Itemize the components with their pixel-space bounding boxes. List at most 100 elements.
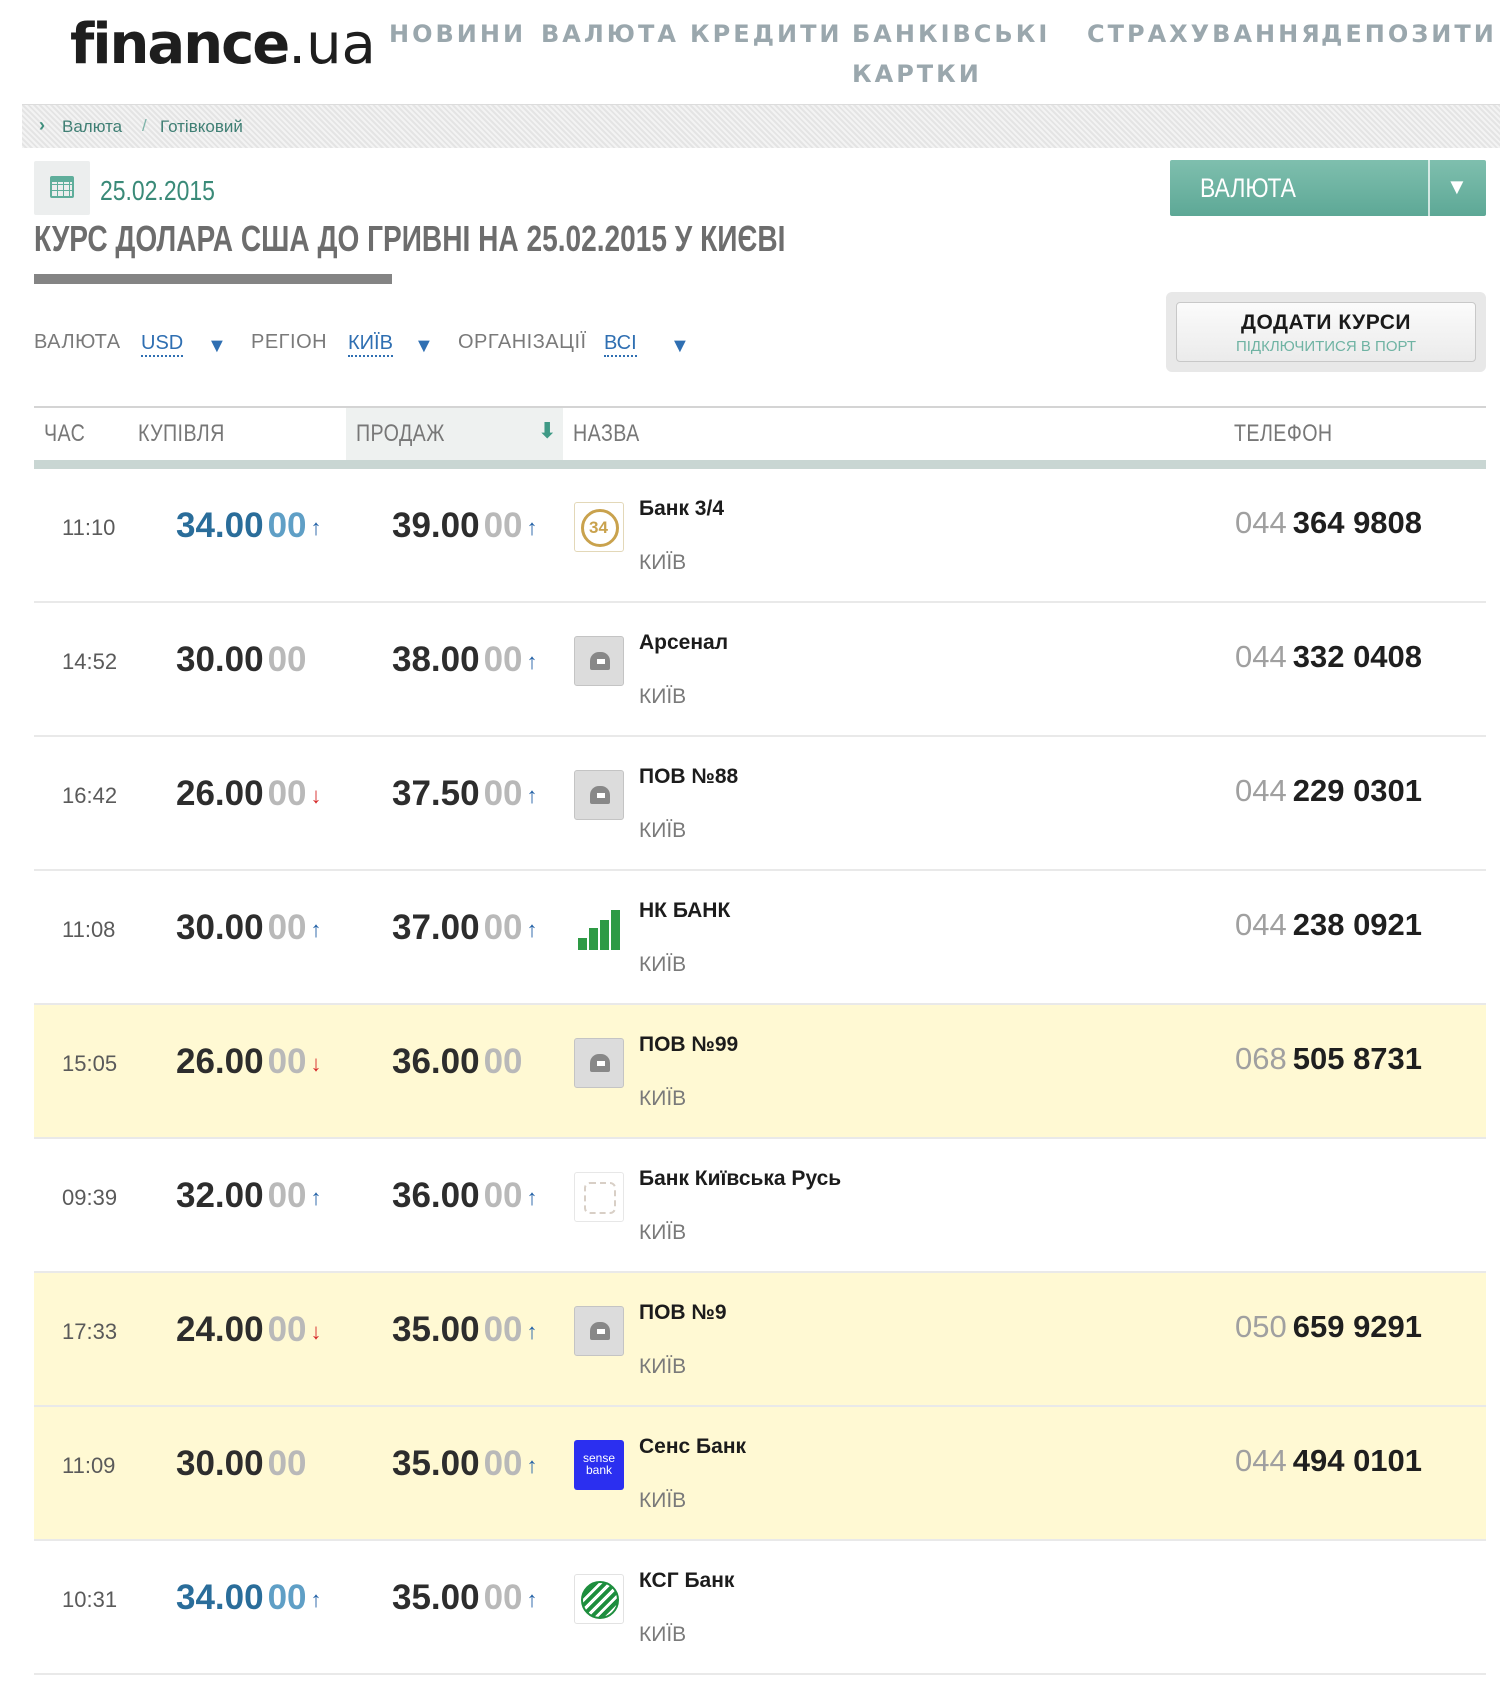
title-underline bbox=[34, 274, 392, 284]
col-phone[interactable]: ТЕЛЕФОН bbox=[1234, 420, 1333, 448]
phone-number[interactable]: 044 332 0408 bbox=[1235, 639, 1422, 675]
bank-logo-icon[interactable] bbox=[574, 904, 624, 954]
buy-rate: 30.00 00 bbox=[176, 640, 307, 680]
bank-name[interactable]: Банк 3/4 bbox=[639, 497, 724, 521]
breadcrumb-cash[interactable]: Готівковий bbox=[160, 117, 243, 137]
caret-down-icon[interactable]: ▼ bbox=[670, 335, 690, 358]
bank-logo-icon[interactable] bbox=[574, 1306, 624, 1356]
sell-rate: 36.00 00 bbox=[392, 1042, 523, 1082]
add-rates-button[interactable]: ДОДАТИ КУРСИ ПІДКЛЮЧИТИСЯ В ПОРТ bbox=[1176, 302, 1476, 362]
bank-name[interactable]: ПОВ №88 bbox=[639, 765, 738, 789]
nav-insurance[interactable]: СТРАХУВАННЯ bbox=[1087, 14, 1323, 54]
nav-bank-cards[interactable]: БАНКІВСЬКІ bbox=[852, 14, 1050, 54]
sell-rate-frac: 00 bbox=[483, 1310, 523, 1349]
bank-name[interactable]: ПОВ №99 bbox=[639, 1033, 738, 1057]
phone-digits: 238 0921 bbox=[1292, 907, 1423, 942]
nav-deposits[interactable]: ДЕПОЗИТИ bbox=[1321, 14, 1497, 54]
buy-rate: 30.00 00 bbox=[176, 1444, 307, 1484]
bank-name[interactable]: Банк Київська Русь bbox=[639, 1167, 841, 1191]
row-time: 17:33 bbox=[62, 1319, 118, 1344]
nav-bank-cards-line2[interactable]: КАРТКИ bbox=[852, 54, 982, 94]
bank-logo-icon[interactable] bbox=[574, 770, 624, 820]
col-name[interactable]: НАЗВА bbox=[573, 420, 640, 448]
sell-rate: 37.50 00 ↑ bbox=[392, 774, 538, 814]
sell-rate-main: 37.00 bbox=[392, 908, 480, 947]
bank-city: КИЇВ bbox=[639, 1221, 687, 1244]
buy-rate-main: 30.00 bbox=[176, 908, 264, 947]
col-time[interactable]: ЧАС bbox=[44, 420, 85, 448]
buy-rate-main: 24.00 bbox=[176, 1310, 264, 1349]
phone-digits: 364 9808 bbox=[1292, 505, 1423, 540]
bank-name[interactable]: Арсенал bbox=[639, 631, 728, 655]
sell-rate-main: 38.00 bbox=[392, 640, 480, 679]
table-row[interactable]: 11:08 30.00 00 ↑ 37.00 00 ↑ НК БАНК КИЇВ 044 238 0… bbox=[34, 871, 1486, 1005]
bank-logo-icon[interactable] bbox=[574, 1574, 624, 1624]
sell-rate-frac: 00 bbox=[483, 1042, 523, 1081]
sell-rate: 37.00 00 ↑ bbox=[392, 908, 538, 948]
phone-number[interactable]: 044 238 0921 bbox=[1235, 907, 1422, 943]
phone-number[interactable]: 044 494 0101 bbox=[1235, 1443, 1422, 1479]
nav-news[interactable]: НОВИНИ bbox=[389, 14, 526, 54]
breadcrumb: › Валюта / Готівковий bbox=[22, 104, 1500, 148]
buy-rate-frac: 00 bbox=[267, 1578, 307, 1617]
breadcrumb-currency[interactable]: Валюта bbox=[62, 117, 122, 137]
phone-code: 050 bbox=[1235, 1309, 1287, 1344]
site-logo[interactable]: finance.ua bbox=[70, 12, 376, 77]
bank-logo-icon[interactable] bbox=[574, 1172, 624, 1222]
table-top-border bbox=[34, 406, 1486, 408]
phone-number[interactable]: 044 364 9808 bbox=[1235, 505, 1422, 541]
sell-rate-frac: 00 bbox=[483, 640, 523, 679]
currency-dropdown-label: ВАЛЮТА bbox=[1200, 173, 1296, 203]
sell-rate-frac: 00 bbox=[483, 1578, 523, 1617]
buy-rate: 24.00 00 ↓ bbox=[176, 1310, 322, 1350]
phone-code: 044 bbox=[1235, 1443, 1287, 1478]
sort-desc-icon[interactable]: ⬇ bbox=[538, 418, 556, 444]
filter-region-select[interactable]: КИЇВ bbox=[348, 331, 393, 357]
filter-currency-select[interactable]: USD bbox=[141, 331, 184, 357]
caret-down-icon[interactable]: ▼ bbox=[207, 335, 227, 358]
buy-rate-frac: 00 bbox=[267, 640, 307, 679]
table-row[interactable]: 16:42 26.00 00 ↓ 37.50 00 ↑ ПОВ №88 КИЇВ 044 229 0… bbox=[34, 737, 1486, 871]
buy-rate: 26.00 00 ↓ bbox=[176, 1042, 322, 1082]
col-buy[interactable]: КУПІВЛЯ bbox=[138, 420, 225, 448]
arrow-down-icon: ↓ bbox=[310, 1051, 322, 1076]
bank-name[interactable]: КСГ Банк bbox=[639, 1569, 734, 1593]
table-row[interactable]: 09:39 32.00 00 ↑ 36.00 00 ↑ Банк Київська Русь К… bbox=[34, 1139, 1486, 1273]
sell-rate: 35.00 00 ↑ bbox=[392, 1310, 538, 1350]
caret-down-icon[interactable]: ▼ bbox=[414, 335, 434, 358]
bank-name[interactable]: Сенс Банк bbox=[639, 1435, 746, 1459]
bank-name[interactable]: ПОВ №9 bbox=[639, 1301, 727, 1325]
sell-rate: 39.00 00 ↑ bbox=[392, 506, 538, 546]
bank-logo-icon[interactable] bbox=[574, 502, 624, 552]
col-sell[interactable]: ПРОДАЖ bbox=[356, 420, 445, 448]
arrow-up-icon: ↑ bbox=[310, 515, 322, 540]
table-row[interactable]: 11:09 30.00 00 35.00 00 ↑ sense bank Сенс Банк К… bbox=[34, 1407, 1486, 1541]
phone-number[interactable]: 050 659 9291 bbox=[1235, 1309, 1422, 1345]
nav-credits[interactable]: КРЕДИТИ bbox=[690, 14, 843, 54]
row-time: 14:52 bbox=[62, 649, 118, 674]
currency-dropdown-button[interactable]: ВАЛЮТА ▼ bbox=[1170, 160, 1486, 216]
filter-currency-label: ВАЛЮТА bbox=[34, 331, 121, 353]
phone-number[interactable]: 044 229 0301 bbox=[1235, 773, 1422, 809]
table-row[interactable]: 17:33 24.00 00 ↓ 35.00 00 ↑ ПОВ №9 КИЇВ 050 659 92… bbox=[34, 1273, 1486, 1407]
filter-org-label: ОРГАНІЗАЦІЇ bbox=[458, 331, 587, 353]
filter-org-select[interactable]: ВСІ bbox=[604, 331, 637, 357]
nav-currency[interactable]: ВАЛЮТА bbox=[541, 14, 679, 54]
phone-code: 068 bbox=[1235, 1041, 1287, 1076]
row-time: 10:31 bbox=[62, 1587, 118, 1612]
bank-logo-icon[interactable] bbox=[574, 1038, 624, 1088]
add-rates-subtitle: ПІДКЛЮЧИТИСЯ В ПОРТ bbox=[1235, 338, 1416, 355]
caret-down-icon: ▼ bbox=[1446, 174, 1468, 199]
bank-logo-icon[interactable] bbox=[574, 636, 624, 686]
chevron-right-icon: › bbox=[39, 115, 45, 135]
calendar-button[interactable] bbox=[34, 161, 90, 215]
bank-name[interactable]: НК БАНК bbox=[639, 899, 730, 923]
table-row[interactable]: 15:05 26.00 00 ↓ 36.00 00 ПОВ №99 КИЇВ 068 505 87… bbox=[34, 1005, 1486, 1139]
phone-number[interactable]: 068 505 8731 bbox=[1235, 1041, 1422, 1077]
table-row[interactable]: 14:52 30.00 00 38.00 00 ↑ Арсенал КИЇВ 044 332 04… bbox=[34, 603, 1486, 737]
bank-logo-icon[interactable]: sense bank bbox=[574, 1440, 624, 1490]
table-row[interactable]: 10:31 34.00 00 ↑ 35.00 00 ↑ КСГ Банк КИЇВ bbox=[34, 1541, 1486, 1675]
table-row[interactable]: 11:1034.0000↑39.0000↑Банк 3/4КИЇВ044364 … bbox=[34, 469, 1486, 603]
sell-rate-frac: 00 bbox=[483, 1176, 523, 1215]
sell-rate-main: 35.00 bbox=[392, 1578, 480, 1617]
